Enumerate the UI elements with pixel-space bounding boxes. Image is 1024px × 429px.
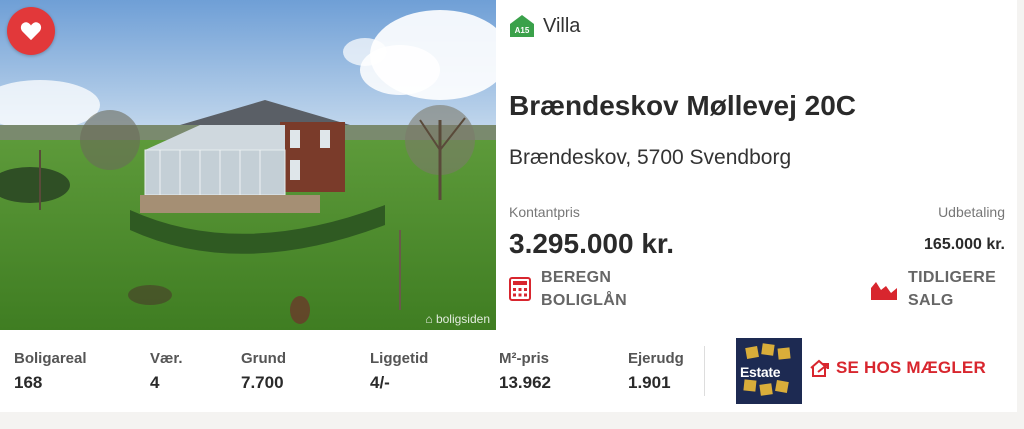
fact-living-area: Boligareal 168 — [14, 350, 87, 393]
calculator-icon — [509, 277, 531, 302]
property-type: A15 Villa — [509, 14, 580, 38]
favorite-button[interactable] — [7, 7, 55, 55]
listing-card[interactable]: ⌂ boligsiden A15 Villa Brændeskov Møllev… — [0, 0, 1017, 412]
fact-label: Vær. — [150, 350, 183, 367]
calculate-loan-label: BEREGN BOLIGLÅN — [541, 266, 627, 312]
fact-label: Grund — [241, 350, 286, 367]
down-payment-label: Udbetaling — [938, 204, 1005, 220]
house-photo-illustration — [0, 0, 496, 330]
fact-owner-expense: Ejerudg 1.901 — [628, 350, 684, 393]
previous-sales-label: TIDLIGERE SALG — [908, 266, 996, 312]
heart-icon — [20, 22, 42, 41]
fact-value: 13.962 — [499, 373, 551, 392]
fact-value: 7.700 — [241, 373, 284, 392]
facts-divider — [704, 346, 705, 396]
broker-logo[interactable]: Estate — [736, 338, 802, 404]
fact-plot: Grund 7.700 — [241, 350, 286, 393]
property-type-label: Villa — [543, 14, 581, 37]
address-title[interactable]: Brændeskov Møllevej 20C — [509, 90, 856, 122]
previous-sales-line2: SALG — [908, 292, 954, 310]
cash-price: 3.295.000 kr. — [509, 228, 675, 259]
fact-rooms: Vær. 4 — [150, 350, 183, 393]
fact-label: Ejerudg — [628, 350, 684, 367]
fact-price-per-sqm: M²-pris 13.962 — [499, 350, 551, 393]
external-link-icon — [810, 359, 829, 377]
watermark-logo-icon: ⌂ — [425, 312, 436, 326]
address-subtitle: Brændeskov, 5700 Svendborg — [509, 146, 792, 169]
photo-watermark: ⌂ boligsiden — [425, 312, 490, 326]
property-photo[interactable]: ⌂ boligsiden — [0, 0, 496, 330]
house-energy-icon: A15 — [510, 15, 534, 37]
down-payment: 165.000 kr. — [924, 236, 1005, 253]
area-chart-icon — [871, 282, 897, 301]
watermark-text: boligsiden — [435, 312, 490, 326]
broker-logo-text: Estate — [740, 364, 781, 380]
previous-sales-button[interactable]: TIDLIGERE SALG — [870, 266, 996, 312]
fact-value: 4 — [150, 373, 160, 392]
previous-sales-line1: TIDLIGERE — [908, 269, 997, 286]
fact-value: 4/- — [370, 373, 390, 392]
fact-label: Boligareal — [14, 350, 87, 367]
fact-time-on-market: Liggetid 4/- — [370, 350, 428, 393]
see-broker-link[interactable]: SE HOS MÆGLER — [808, 358, 986, 378]
cash-price-label: Kontantpris — [509, 204, 580, 220]
see-broker-label: SE HOS MÆGLER — [836, 358, 986, 377]
fact-value: 168 — [14, 373, 43, 392]
energy-label: A15 — [515, 26, 530, 35]
calculate-loan-button[interactable]: BEREGN BOLIGLÅN — [509, 266, 627, 312]
fact-label: Liggetid — [370, 350, 429, 367]
calculate-loan-line1: BEREGN — [541, 269, 612, 286]
calculate-loan-line2: BOLIGLÅN — [541, 292, 627, 310]
fact-value: 1.901 — [628, 373, 671, 392]
fact-label: M²-pris — [499, 350, 549, 367]
